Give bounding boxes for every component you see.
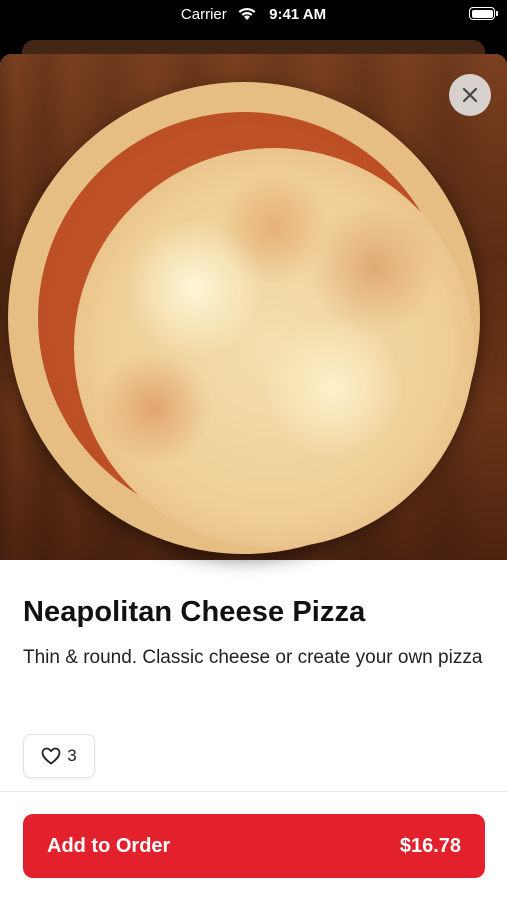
wifi-icon [237, 7, 257, 25]
battery-level [471, 9, 493, 18]
like-button[interactable]: 3 [23, 734, 95, 778]
close-button[interactable] [449, 74, 491, 116]
divider [0, 791, 507, 792]
status-bar: Carrier 9:41 AM [0, 0, 507, 34]
product-sheet: Neapolitan Cheese Pizza Thin & round. Cl… [0, 54, 507, 900]
pizza-sauce [38, 112, 474, 548]
product-description: Thin & round. Classic cheese or create y… [23, 647, 483, 668]
product-image [0, 54, 507, 560]
pizza-image [8, 82, 480, 554]
heart-icon [41, 747, 61, 765]
clock: 9:41 AM [269, 6, 327, 23]
add-to-order-button[interactable]: Add to Order $16.78 [23, 814, 485, 878]
pizza-cheese [74, 148, 474, 548]
price-label: $16.78 [399, 834, 461, 857]
battery-icon [469, 7, 498, 20]
like-count: 3 [67, 746, 77, 765]
product-info: Neapolitan Cheese Pizza Thin & round. Cl… [23, 596, 483, 673]
status-center: Carrier 9:41 AM [0, 6, 507, 25]
carrier-label: Carrier [180, 6, 227, 23]
close-icon [462, 87, 478, 103]
add-to-order-label: Add to Order [47, 834, 171, 857]
product-title: Neapolitan Cheese Pizza [23, 596, 366, 628]
